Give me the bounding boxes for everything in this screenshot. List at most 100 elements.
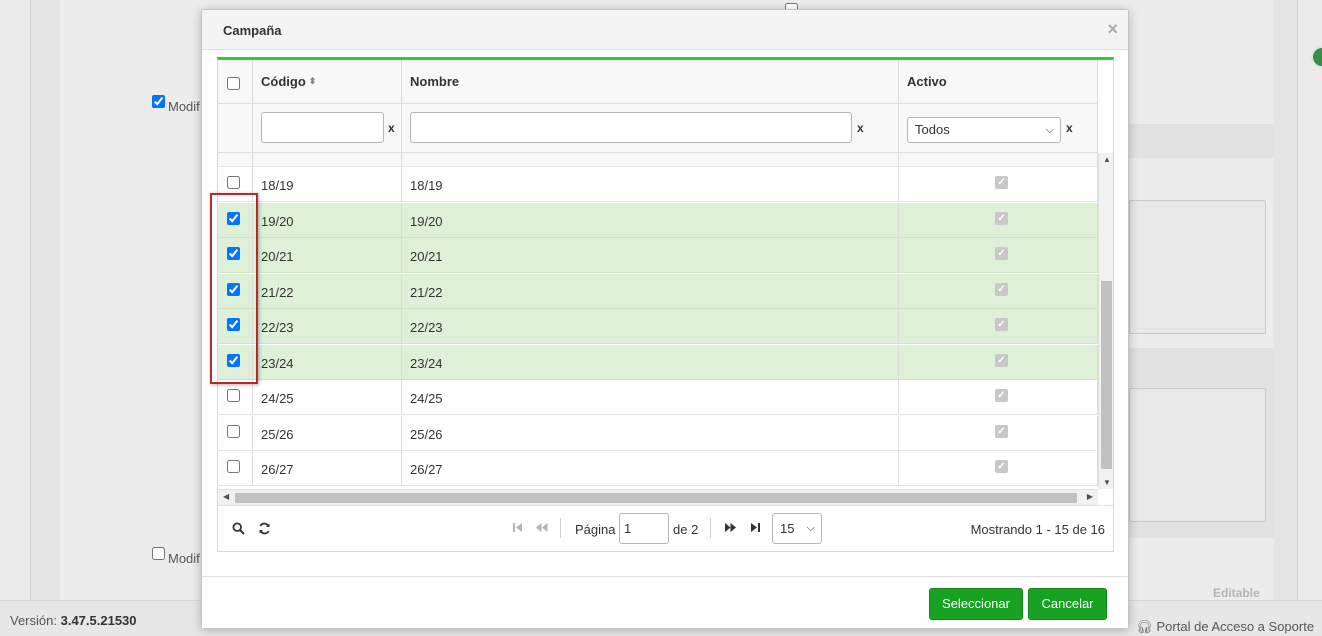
nombre-cell: 25/26 — [402, 415, 899, 450]
background-checkbox-top[interactable] — [152, 95, 165, 108]
first-page-icon[interactable] — [512, 522, 523, 536]
background-band — [1129, 124, 1274, 158]
codigo-value: 25/26 — [261, 426, 294, 442]
scroll-down-icon[interactable]: ▼ — [1103, 478, 1111, 487]
table-row[interactable]: 23/24 23/24 ✓ — [218, 344, 1098, 380]
filter-activo-cell: Todos ⌵ x — [899, 104, 1098, 152]
background-textarea-top[interactable] — [1129, 200, 1266, 334]
version-number: 3.47.5.21530 — [60, 613, 137, 628]
nombre-value: 21/22 — [410, 284, 443, 300]
row-select-cell — [218, 167, 253, 201]
table-row-partial — [218, 153, 1098, 167]
page-size-select[interactable]: 15 ⌵ — [772, 513, 822, 544]
vertical-scroll-thumb[interactable] — [1101, 281, 1112, 469]
row-checkbox[interactable] — [227, 389, 240, 402]
activo-filter-clear[interactable]: x — [1066, 121, 1073, 135]
nombre-cell: 21/22 — [402, 273, 899, 308]
pager-separator — [710, 518, 711, 538]
row-select-cell — [218, 309, 253, 343]
nombre-cell: 24/25 — [402, 380, 899, 414]
scroll-left-icon[interactable]: ◀ — [223, 492, 229, 501]
codigo-cell: 22/23 — [253, 309, 402, 343]
nombre-cell: 18/19 — [402, 167, 899, 201]
activo-checkbox-disabled: ✓ — [995, 353, 1008, 367]
row-checkbox[interactable] — [227, 318, 240, 331]
nombre-cell: 26/27 — [402, 451, 899, 485]
background-textarea-bottom[interactable] — [1129, 388, 1266, 522]
grid-pager: Página 1 de 2 15 ⌵ Mostrando 1 - 15 de 1… — [218, 505, 1113, 551]
chevron-down-icon: ⌵ — [806, 522, 815, 534]
row-checkbox[interactable] — [227, 424, 240, 438]
support-portal-link[interactable]: 🎧︎ Portal de Acceso a Soporte — [1136, 619, 1314, 635]
select-button[interactable]: Seleccionar — [929, 588, 1023, 620]
select-all-checkbox[interactable] — [227, 77, 240, 90]
campaign-modal: Campaña × Código ⬍ Nombre Activo x x Tod… — [201, 9, 1129, 628]
activo-cell: ✓ — [899, 415, 1098, 450]
codigo-cell: 21/22 — [253, 273, 402, 308]
nombre-filter-clear[interactable]: x — [857, 121, 864, 135]
background-checkbox-bottom[interactable] — [152, 547, 165, 560]
last-page-icon[interactable] — [750, 522, 761, 536]
nombre-value: 23/24 — [410, 355, 443, 371]
scroll-up-icon[interactable]: ▲ — [1103, 155, 1111, 164]
header-nombre[interactable]: Nombre — [402, 60, 899, 103]
column-codigo-label: Código — [261, 74, 306, 89]
nombre-filter-input[interactable] — [410, 112, 852, 143]
next-page-icon[interactable] — [724, 522, 737, 536]
header-codigo[interactable]: Código ⬍ — [253, 60, 402, 103]
table-row[interactable]: 20/21 20/21 ✓ — [218, 238, 1098, 273]
table-row[interactable]: 21/22 21/22 ✓ — [218, 273, 1098, 309]
activo-filter-select[interactable]: Todos ⌵ — [907, 117, 1061, 143]
headset-icon: 🎧︎ — [1136, 619, 1153, 634]
vertical-scrollbar[interactable]: ▲ ▼ — [1098, 153, 1113, 489]
header-activo[interactable]: Activo — [899, 60, 1098, 103]
codigo-cell: 18/19 — [253, 167, 402, 201]
row-checkbox[interactable] — [227, 353, 240, 367]
records-info: Mostrando 1 - 15 de 16 — [970, 522, 1105, 537]
activo-cell: ✓ — [899, 451, 1098, 485]
user-avatar[interactable] — [1311, 46, 1322, 68]
column-nombre-label: Nombre — [410, 74, 460, 89]
row-select-cell — [218, 238, 253, 272]
table-row[interactable]: 19/20 19/20 ✓ — [218, 202, 1098, 238]
table-row[interactable]: 26/27 26/27 ✓ — [218, 451, 1098, 486]
activo-checkbox-disabled: ✓ — [995, 211, 1008, 225]
background-checkbox-label-bottom: Modif — [168, 551, 200, 566]
page-number-input[interactable]: 1 — [619, 513, 669, 544]
nombre-cell: 23/24 — [402, 344, 899, 379]
modal-title: Campaña — [223, 23, 282, 38]
search-icon[interactable] — [232, 522, 245, 538]
horizontal-scroll-thumb[interactable] — [235, 493, 1077, 503]
grid-filter-row: x x Todos ⌵ x — [218, 104, 1098, 153]
codigo-value: 24/25 — [261, 391, 294, 406]
refresh-icon[interactable] — [258, 522, 271, 538]
grid-header: Código ⬍ Nombre Activo — [218, 60, 1098, 104]
row-checkbox[interactable] — [227, 282, 240, 296]
activo-cell: ✓ — [899, 167, 1098, 201]
table-row[interactable]: 25/26 25/26 ✓ — [218, 415, 1098, 451]
pager-separator — [560, 518, 561, 538]
row-select-cell — [218, 344, 253, 379]
row-checkbox[interactable] — [227, 247, 240, 260]
close-icon[interactable]: × — [1107, 20, 1118, 38]
codigo-filter-input[interactable] — [261, 112, 384, 143]
codigo-cell: 23/24 — [253, 344, 402, 379]
scroll-right-icon[interactable]: ▶ — [1087, 492, 1093, 501]
previous-page-icon[interactable] — [535, 522, 548, 536]
table-row[interactable]: 18/19 18/19 ✓ — [218, 167, 1098, 202]
row-checkbox[interactable] — [227, 460, 240, 473]
codigo-cell: 19/20 — [253, 202, 402, 237]
cancel-button[interactable]: Cancelar — [1028, 588, 1107, 620]
codigo-cell: 20/21 — [253, 238, 402, 272]
version-text: Versión: 3.47.5.21530 — [10, 613, 137, 628]
row-checkbox[interactable] — [227, 176, 240, 189]
horizontal-scrollbar[interactable]: ◀ ▶ — [218, 489, 1098, 505]
nombre-value: 18/19 — [410, 178, 443, 193]
row-checkbox[interactable] — [227, 211, 240, 225]
table-row[interactable]: 22/23 22/23 ✓ — [218, 309, 1098, 344]
chevron-down-icon: ⌵ — [1045, 124, 1054, 136]
codigo-filter-clear[interactable]: x — [388, 121, 395, 135]
nombre-cell: 19/20 — [402, 202, 899, 237]
table-row[interactable]: 24/25 24/25 ✓ — [218, 380, 1098, 415]
codigo-cell: 24/25 — [253, 380, 402, 414]
